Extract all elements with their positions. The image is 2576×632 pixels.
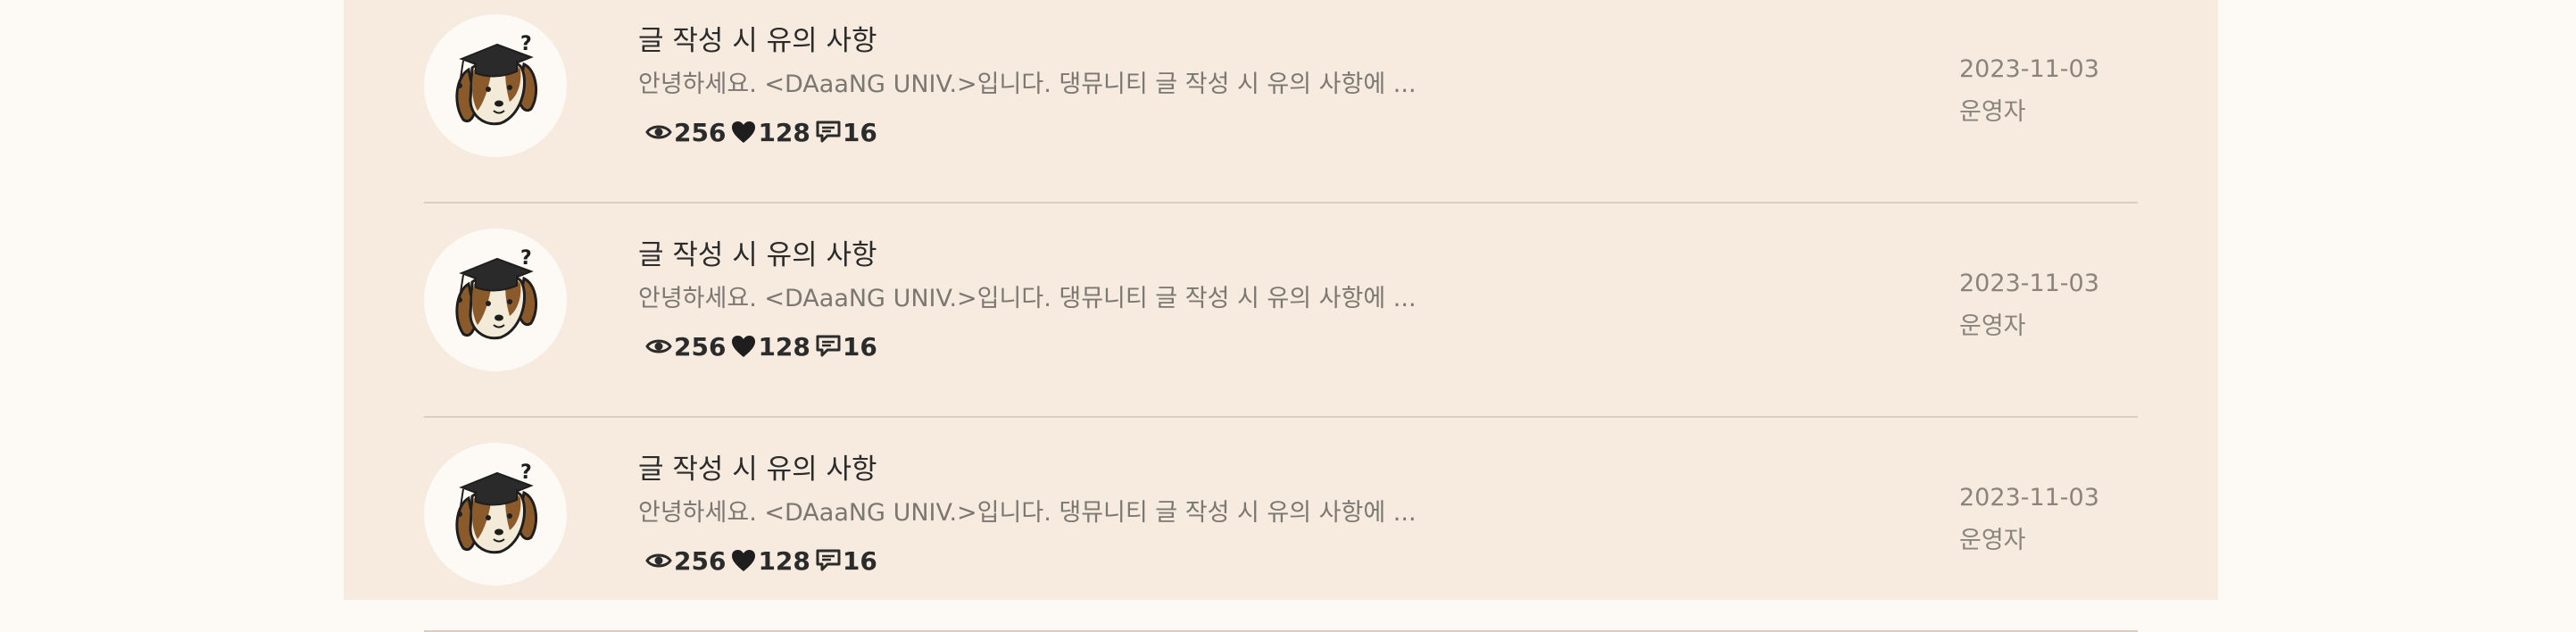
- comment-count-value: 16: [842, 545, 877, 576]
- like-count-value: 128: [758, 117, 810, 147]
- svg-text:?: ?: [520, 247, 532, 270]
- comment-count: 16: [816, 332, 877, 362]
- comment-icon: [816, 335, 841, 357]
- post-stats: 256 128 16: [645, 328, 883, 364]
- like-count: 128: [731, 332, 810, 362]
- post-stats: 256 128 16: [645, 114, 883, 150]
- svg-text:?: ?: [520, 462, 532, 484]
- post-date: 2023-11-03: [1959, 270, 2099, 297]
- author-avatar: ?: [424, 229, 567, 371]
- comment-count: 16: [816, 118, 877, 147]
- view-count: 256: [645, 546, 726, 576]
- author-avatar: ?: [424, 443, 567, 586]
- comment-icon: [816, 549, 841, 571]
- post-list-item[interactable]: ? 글 작성 시 유의 사항 안녕하세요. <DAaaNG UNIV.>입니다.…: [424, 418, 2138, 632]
- post-stats: 256 128 16: [645, 543, 883, 578]
- eye-icon: [645, 339, 672, 353]
- post-meta: 2023-11-03 운영자: [1959, 48, 2099, 134]
- like-count-value: 128: [758, 331, 810, 362]
- post-author: 운영자: [1959, 527, 2026, 554]
- view-count-value: 256: [674, 117, 727, 147]
- post-list-item[interactable]: ? 글 작성 시 유의 사항 안녕하세요. <DAaaNG UNIV.>입니다.…: [424, 0, 2138, 204]
- heart-icon: [732, 336, 756, 357]
- post-author: 운영자: [1959, 312, 2026, 340]
- post-title[interactable]: 글 작성 시 유의 사항: [638, 18, 877, 58]
- graduate-dog-icon: ?: [455, 462, 538, 554]
- comment-count-value: 16: [842, 117, 877, 147]
- graduate-dog-icon: ?: [455, 247, 538, 340]
- like-count-value: 128: [758, 545, 810, 576]
- post-title[interactable]: 글 작성 시 유의 사항: [638, 446, 877, 486]
- like-count: 128: [731, 118, 810, 147]
- post-author: 운영자: [1959, 98, 2026, 126]
- graduate-dog-icon: ?: [455, 33, 538, 126]
- comment-count-value: 16: [842, 331, 877, 362]
- eye-icon: [645, 125, 672, 139]
- post-meta: 2023-11-03 운영자: [1959, 262, 2099, 348]
- eye-icon: [645, 553, 672, 568]
- post-list-item[interactable]: ? 글 작성 시 유의 사항 안녕하세요. <DAaaNG UNIV.>입니다.…: [424, 204, 2138, 418]
- svg-text:?: ?: [520, 33, 532, 55]
- like-count: 128: [731, 546, 810, 576]
- heart-icon: [732, 550, 756, 571]
- view-count-value: 256: [674, 545, 727, 576]
- heart-icon: [732, 121, 756, 143]
- comment-icon: [816, 121, 841, 143]
- post-date: 2023-11-03: [1959, 55, 2099, 83]
- post-title[interactable]: 글 작성 시 유의 사항: [638, 232, 877, 272]
- post-excerpt: 안녕하세요. <DAaaNG UNIV.>입니다. 댕뮤니티 글 작성 시 유의…: [638, 499, 1417, 527]
- post-excerpt: 안녕하세요. <DAaaNG UNIV.>입니다. 댕뮤니티 글 작성 시 유의…: [638, 71, 1417, 98]
- post-meta: 2023-11-03 운영자: [1959, 477, 2099, 562]
- author-avatar: ?: [424, 14, 567, 157]
- post-excerpt: 안녕하세요. <DAaaNG UNIV.>입니다. 댕뮤니티 글 작성 시 유의…: [638, 285, 1417, 312]
- view-count: 256: [645, 118, 726, 147]
- view-count-value: 256: [674, 331, 727, 362]
- view-count: 256: [645, 332, 726, 362]
- comment-count: 16: [816, 546, 877, 576]
- post-date: 2023-11-03: [1959, 484, 2099, 511]
